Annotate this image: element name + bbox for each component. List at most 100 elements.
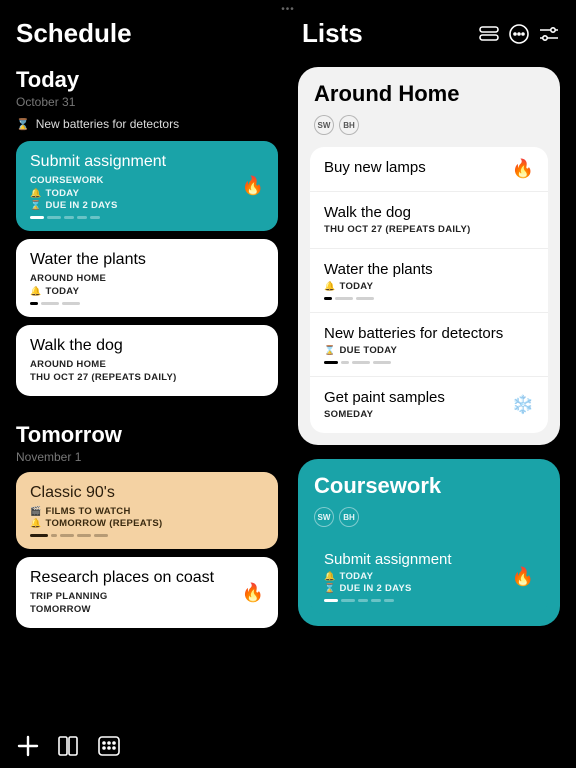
overdue-text: New batteries for detectors [36,117,179,131]
schedule-title: Schedule [16,18,132,49]
schedule-column: Schedule Today October 31 ⌛ New batterie… [0,18,288,768]
task-meta: ⌛ DUE IN 2 DAYS [30,200,264,211]
list-item[interactable]: New batteries for detectors ⌛ DUE TODAY [310,313,548,377]
meta-text: TOMORROW [30,604,91,615]
meta-text: SOMEDAY [324,409,373,420]
list-panel-title: Coursework [310,473,548,499]
task-title: Submit assignment [30,153,264,171]
drag-indicator: ••• [281,4,295,15]
meta-text: FILMS TO WATCH [46,506,131,517]
task-meta: 🔔 TODAY [30,188,264,199]
meta-icon: ⌛ [324,583,336,594]
meta-text: TODAY [340,281,374,292]
add-button[interactable] [16,734,40,758]
fire-icon: 🔥 [242,582,264,603]
fire-icon: 🔥 [512,566,534,587]
task-meta: 🔔TODAY [324,571,534,582]
list-items: Submit assignment 🔔TODAY⌛ DUE IN 2 DAYS 🔥 [310,539,548,614]
schedule-header: Schedule [16,18,278,49]
overdue-row[interactable]: ⌛ New batteries for detectors [16,117,278,131]
meta-icon: ⌛ [30,200,42,211]
meta-text: TOMORROW (REPEATS) [46,518,163,529]
avatar[interactable]: SW [314,507,334,527]
list-item-title: Get paint samples [324,389,534,406]
calendar-button[interactable] [98,736,120,756]
meta-text: TODAY [46,188,80,199]
meta-icon: 🔔 [30,188,42,199]
task-meta: ⌛ DUE IN 2 DAYS [324,583,534,594]
list-item-title: Submit assignment [324,551,534,568]
lists-column: Lists [288,18,576,768]
meta-text: DUE IN 2 DAYS [340,583,412,594]
today-date: October 31 [16,95,278,109]
hourglass-icon: ⌛ [16,118,30,131]
lists-title: Lists [298,18,363,49]
meta-text: TODAY [46,286,80,297]
task-list-label: AROUND HOME [30,273,264,284]
task-title: Research places on coast [30,569,264,587]
task-meta: TOMORROW [30,604,264,615]
columns: Schedule Today October 31 ⌛ New batterie… [0,0,576,768]
task-title: Classic 90's [30,484,264,502]
tomorrow-heading: Tomorrow [16,422,278,448]
task-title: Water the plants [30,251,264,269]
task-list-label: COURSEWORK [30,175,264,186]
task-card[interactable]: Research places on coast TRIP PLANNING TOM… [16,557,278,628]
meta-text: DUE TODAY [340,345,398,356]
task-card[interactable]: Submit assignment COURSEWORK 🔔 TODAY ⌛ DUE IN… [16,141,278,231]
task-card[interactable]: Walk the dog AROUND HOME THU OCT 27 (REPEA… [16,325,278,396]
task-card[interactable]: Classic 90's 🎬 FILMS TO WATCH 🔔 TOMORROW (RE… [16,472,278,549]
fire-icon: 🔥 [512,159,534,180]
task-meta: THU OCT 27 (REPEATS DAILY) [324,224,534,235]
avatar[interactable]: SW [314,115,334,135]
lists-button[interactable] [58,736,80,756]
task-list-label: AROUND HOME [30,359,264,370]
list-item-title: Water the plants [324,261,534,278]
task-title: Walk the dog [30,337,264,355]
list-panel[interactable]: Around HomeSWBHBuy new lamps🔥Walk the do… [298,67,560,445]
task-meta: SOMEDAY [324,409,534,420]
task-meta: 🔔 TOMORROW (REPEATS) [30,518,264,529]
list-item[interactable]: Submit assignment 🔔TODAY⌛ DUE IN 2 DAYS 🔥 [310,539,548,614]
list-items: Buy new lamps🔥Walk the dogTHU OCT 27 (RE… [310,147,548,433]
list-item-title: Buy new lamps [324,159,534,176]
avatars: SWBH [310,115,548,135]
task-meta: THU OCT 27 (REPEATS DAILY) [30,372,264,383]
more-icon[interactable] [508,23,530,45]
list-panel-title: Around Home [310,81,548,107]
list-item[interactable]: Water the plants 🔔 TODAY [310,249,548,313]
lists-header: Lists [298,18,560,49]
meta-icon: 🔔 [30,518,42,529]
avatar[interactable]: BH [339,115,359,135]
list-item-title: New batteries for detectors [324,325,534,342]
header-icons [478,23,560,45]
bottom-toolbar [16,734,120,758]
snowflake-icon: ❄️ [512,395,534,416]
task-card[interactable]: Water the plants AROUND HOME 🔔 TODAY [16,239,278,317]
task-meta: 🔔 TODAY [324,281,534,292]
fire-icon: 🔥 [242,176,264,197]
meta-text: TODAY [340,571,374,582]
avatars: SWBH [310,507,548,527]
meta-icon: 🎬 [30,506,42,517]
settings-toggle-icon[interactable] [538,23,560,45]
list-item[interactable]: Buy new lamps🔥 [310,147,548,192]
meta-icon: ⌛ [324,345,336,356]
list-item[interactable]: Walk the dogTHU OCT 27 (REPEATS DAILY) [310,192,548,249]
view-toggle-icon[interactable] [478,23,500,45]
list-panel[interactable]: Coursework SWBH Submit assignment 🔔TODAY⌛ DU… [298,459,560,626]
today-heading: Today [16,67,278,93]
task-list-label: TRIP PLANNING [30,591,264,602]
meta-text: THU OCT 27 (REPEATS DAILY) [324,224,471,235]
meta-text: THU OCT 27 (REPEATS DAILY) [30,372,177,383]
list-item[interactable]: Get paint samples SOMEDAY ❄️ [310,377,548,433]
meta-icon: 🔔 [30,286,42,297]
tomorrow-date: November 1 [16,450,278,464]
tomorrow-section: Tomorrow November 1 Classic 90's 🎬 FILMS T… [16,422,278,628]
today-section: Today October 31 ⌛ New batteries for det… [16,67,278,396]
task-meta: ⌛ DUE TODAY [324,345,534,356]
meta-icon: 🔔 [324,281,336,292]
meta-text: DUE IN 2 DAYS [46,200,118,211]
avatar[interactable]: BH [339,507,359,527]
task-meta: 🔔 TODAY [30,286,264,297]
